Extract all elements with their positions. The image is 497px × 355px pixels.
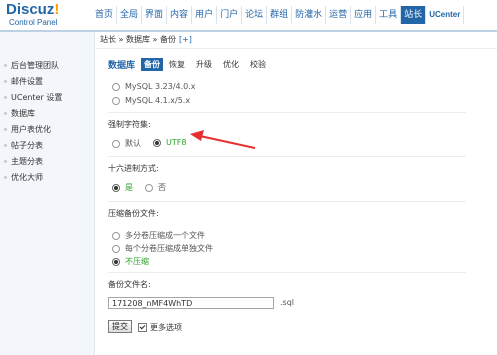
- radio-button[interactable]: [112, 244, 120, 253]
- content-divider: [96, 48, 497, 49]
- sidebar: 后台管理团队 邮件设置 UCenter 设置 数据库 用户表优化 帖子分表 主题…: [0, 32, 95, 355]
- expand-link[interactable]: [+]: [179, 35, 192, 44]
- database-tabs: 数据库 备份 恢复 升级 优化 校验: [108, 58, 277, 71]
- sidebar-item-post-split[interactable]: 帖子分表: [4, 140, 43, 151]
- bullet-icon: [4, 64, 7, 67]
- section-title: 数据库: [108, 61, 136, 71]
- radio-button[interactable]: [112, 183, 120, 192]
- tab-verify[interactable]: 校验: [250, 59, 266, 70]
- nav-interface[interactable]: 界面: [142, 6, 168, 24]
- divider: [108, 201, 466, 202]
- bullet-icon: [4, 144, 7, 147]
- breadcrumb: 站长 » 数据库 » 备份 [+]: [100, 35, 192, 44]
- filename-extension: .sql: [280, 298, 295, 307]
- red-arrow-annotation: [190, 130, 256, 149]
- charset-option-utf8[interactable]: UTF8: [153, 138, 186, 147]
- nav-global[interactable]: 全局: [117, 6, 143, 24]
- sidebar-item-optimizer[interactable]: 优化大师: [4, 172, 43, 183]
- compress-option-single[interactable]: 多分卷压缩成一个文件: [112, 230, 205, 241]
- main-nav: 首页 全局 界面 内容 用户 门户 论坛 群组 防灌水 运营 应用 工具 站长 …: [92, 6, 465, 24]
- divider: [108, 156, 466, 157]
- filename-label: 备份文件名:: [108, 280, 151, 289]
- nav-portal[interactable]: 门户: [217, 6, 243, 24]
- hex-label: 十六进制方式:: [108, 164, 159, 173]
- nav-tools[interactable]: 工具: [376, 6, 402, 24]
- tab-upgrade[interactable]: 升级: [196, 59, 212, 70]
- nav-webmaster[interactable]: 站长: [401, 6, 427, 24]
- tab-backup[interactable]: 备份: [141, 58, 164, 71]
- charset-label: 强制字符集:: [108, 120, 151, 129]
- divider: [108, 272, 466, 273]
- sidebar-item-thread-split[interactable]: 主题分表: [4, 156, 43, 167]
- nav-groups[interactable]: 群组: [267, 6, 293, 24]
- nav-antispam[interactable]: 防灌水: [292, 6, 327, 24]
- sidebar-item-mail-settings[interactable]: 邮件设置: [4, 76, 43, 87]
- bullet-icon: [4, 176, 7, 179]
- radio-button[interactable]: [112, 257, 120, 266]
- nav-home[interactable]: 首页: [92, 6, 118, 24]
- nav-operations[interactable]: 运营: [326, 6, 352, 24]
- radio-button[interactable]: [112, 82, 120, 91]
- submit-button[interactable]: 提交: [108, 320, 132, 333]
- more-options-toggle[interactable]: 更多选项: [138, 322, 182, 333]
- sidebar-item-database[interactable]: 数据库: [4, 108, 35, 119]
- sidebar-item-admin-team[interactable]: 后台管理团队: [4, 60, 59, 71]
- nav-forum[interactable]: 论坛: [242, 6, 268, 24]
- nav-ucenter[interactable]: UCenter: [426, 6, 465, 24]
- radio-button[interactable]: [145, 183, 153, 192]
- logo[interactable]: Discuz! Control Panel: [6, 2, 88, 30]
- tab-restore[interactable]: 恢复: [169, 59, 185, 70]
- radio-button[interactable]: [112, 139, 120, 148]
- sidebar-item-user-table[interactable]: 用户表优化: [4, 124, 51, 135]
- bullet-icon: [4, 80, 7, 83]
- compress-option-separate[interactable]: 每个分卷压缩成单独文件: [112, 243, 213, 254]
- mysql-option-41[interactable]: MySQL 4.1.x/5.x: [112, 96, 190, 105]
- divider: [108, 112, 466, 113]
- logo-subtitle: Control Panel: [9, 18, 58, 27]
- bullet-icon: [4, 128, 7, 131]
- compress-label: 压缩备份文件:: [108, 209, 159, 218]
- bullet-icon: [4, 112, 7, 115]
- nav-content[interactable]: 内容: [167, 6, 193, 24]
- bullet-icon: [4, 96, 7, 99]
- top-bar: Discuz! Control Panel 首页 全局 界面 内容 用户 门户 …: [0, 0, 497, 30]
- hex-option-yes[interactable]: 是: [112, 182, 133, 193]
- filename-input[interactable]: 171208_nMF4WhTD: [108, 297, 274, 309]
- checkbox-checked-icon[interactable]: [138, 323, 147, 332]
- tab-optimize[interactable]: 优化: [223, 59, 239, 70]
- radio-button[interactable]: [153, 138, 161, 147]
- hex-option-no[interactable]: 否: [145, 182, 166, 193]
- radio-button[interactable]: [112, 96, 120, 105]
- nav-apps[interactable]: 应用: [351, 6, 377, 24]
- radio-button[interactable]: [112, 231, 120, 240]
- logo-title: Discuz!: [6, 1, 60, 18]
- nav-users[interactable]: 用户: [192, 6, 218, 24]
- charset-option-default[interactable]: 默认: [112, 138, 141, 149]
- sidebar-item-ucenter-settings[interactable]: UCenter 设置: [4, 92, 62, 103]
- mysql-option-323[interactable]: MySQL 3.23/4.0.x: [112, 82, 196, 91]
- bullet-icon: [4, 160, 7, 163]
- compress-option-none[interactable]: 不压缩: [112, 256, 149, 267]
